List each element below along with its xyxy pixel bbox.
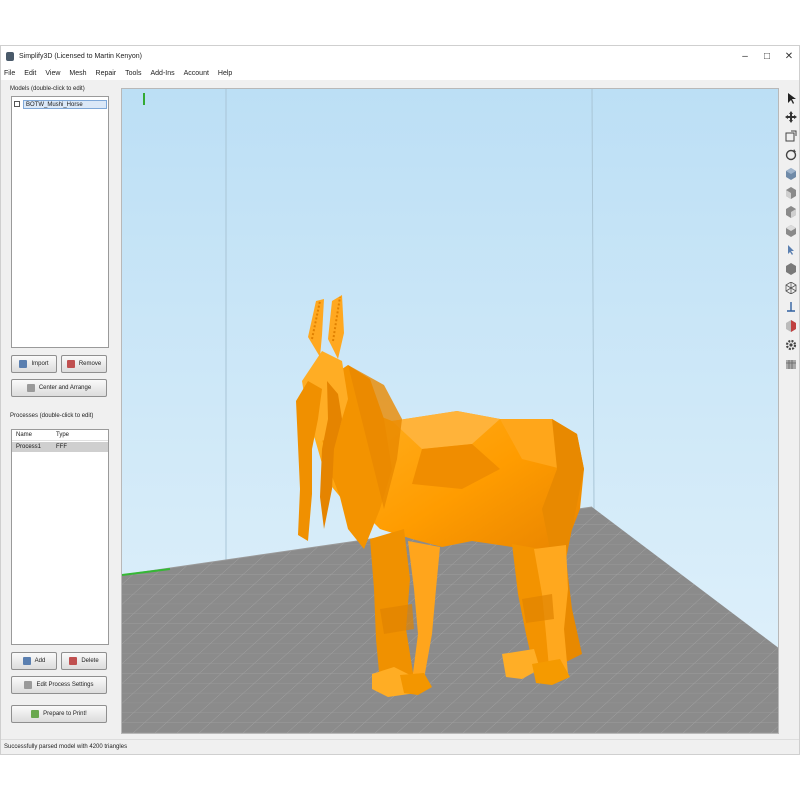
menu-edit[interactable]: Edit <box>24 70 36 77</box>
col-name-header: Name <box>16 432 33 438</box>
scene-svg <box>122 89 778 733</box>
cross-section-icon[interactable] <box>784 319 798 333</box>
menu-mesh[interactable]: Mesh <box>69 70 86 77</box>
table-row[interactable]: Process1 FFF <box>12 442 108 452</box>
center-arrange-button[interactable]: Center and Arrange <box>11 379 107 397</box>
build-table-icon[interactable] <box>784 357 798 371</box>
center-arrange-icon <box>26 384 35 392</box>
zoom-icon[interactable] <box>784 129 798 143</box>
menu-tools[interactable]: Tools <box>125 70 141 77</box>
col-type-header: Type <box>56 432 70 438</box>
move-icon[interactable] <box>784 110 798 124</box>
menu-bar: File Edit View Mesh Repair Tools Add-Ins… <box>1 66 799 80</box>
settings-icon[interactable] <box>784 338 798 352</box>
delete-button-label: Delete <box>81 658 99 664</box>
processes-list[interactable]: Name Type Process1 FFF <box>11 429 109 645</box>
process-name: Process1 <box>16 444 42 450</box>
minimize-button[interactable]: – <box>734 46 756 66</box>
prepare-label: Prepare to Print! <box>43 711 87 717</box>
shaded-view-icon[interactable] <box>784 262 798 276</box>
menu-add-ins[interactable]: Add-Ins <box>150 70 174 77</box>
close-button[interactable]: ✕ <box>778 46 800 66</box>
menu-help[interactable]: Help <box>218 70 232 77</box>
menu-account[interactable]: Account <box>184 70 209 77</box>
models-list[interactable]: BOTW_Mushi_Horse <box>11 96 109 348</box>
left-panel: Models (double-click to edit) BOTW_Mushi… <box>1 80 119 740</box>
add-button-label: Add <box>34 658 46 664</box>
processes-section-label: Processes (double-click to edit) <box>10 413 94 419</box>
maximize-button[interactable]: □ <box>756 46 778 66</box>
printer-icon <box>31 710 40 718</box>
center-arrange-label: Center and Arrange <box>38 385 92 391</box>
add-process-button[interactable]: Add <box>11 652 57 670</box>
axis-icon[interactable] <box>784 300 798 314</box>
select-icon[interactable] <box>784 91 798 105</box>
remove-button-label: Remove <box>78 361 102 367</box>
menu-view[interactable]: View <box>45 70 60 77</box>
delete-process-button[interactable]: Delete <box>61 652 107 670</box>
import-icon <box>19 360 28 368</box>
window-title: Simplify3D (Licensed to Martin Kenyon) <box>19 52 142 60</box>
model-visible-checkbox[interactable] <box>14 101 20 107</box>
menu-repair[interactable]: Repair <box>96 70 117 77</box>
edit-process-settings-button[interactable]: Edit Process Settings <box>11 676 107 694</box>
processes-header: Name Type <box>12 430 108 441</box>
edit-process-label: Edit Process Settings <box>36 682 94 688</box>
model-item[interactable]: BOTW_Mushi_Horse <box>14 99 108 109</box>
top-view-icon[interactable] <box>784 224 798 238</box>
3d-viewport[interactable] <box>121 88 779 734</box>
right-toolbar <box>782 88 800 388</box>
app-logo-icon <box>6 51 14 61</box>
side-view-icon[interactable] <box>784 205 798 219</box>
settings-icon <box>24 681 33 689</box>
model-item-label: BOTW_Mushi_Horse <box>23 99 107 109</box>
status-bar: Successfully parsed model with 4200 tria… <box>1 739 799 753</box>
process-type: FFF <box>56 444 67 450</box>
prepare-to-print-button[interactable]: Prepare to Print! <box>11 705 107 723</box>
remove-button[interactable]: Remove <box>61 355 107 373</box>
add-icon <box>22 657 31 665</box>
cursor-mode-icon[interactable] <box>784 243 798 257</box>
wireframe-icon[interactable] <box>784 281 798 295</box>
rotate-icon[interactable] <box>784 148 798 162</box>
models-section-label: Models (double-click to edit) <box>10 86 85 92</box>
app-window: Simplify3D (Licensed to Martin Kenyon) –… <box>0 45 800 755</box>
status-text: Successfully parsed model with 4200 tria… <box>4 743 128 750</box>
remove-icon <box>66 360 75 368</box>
import-button-label: Import <box>31 361 49 367</box>
import-button[interactable]: Import <box>11 355 57 373</box>
menu-file[interactable]: File <box>4 70 15 77</box>
title-bar: Simplify3D (Licensed to Martin Kenyon) –… <box>1 46 799 66</box>
default-view-icon[interactable] <box>784 167 798 181</box>
delete-icon <box>69 657 78 665</box>
front-view-icon[interactable] <box>784 186 798 200</box>
